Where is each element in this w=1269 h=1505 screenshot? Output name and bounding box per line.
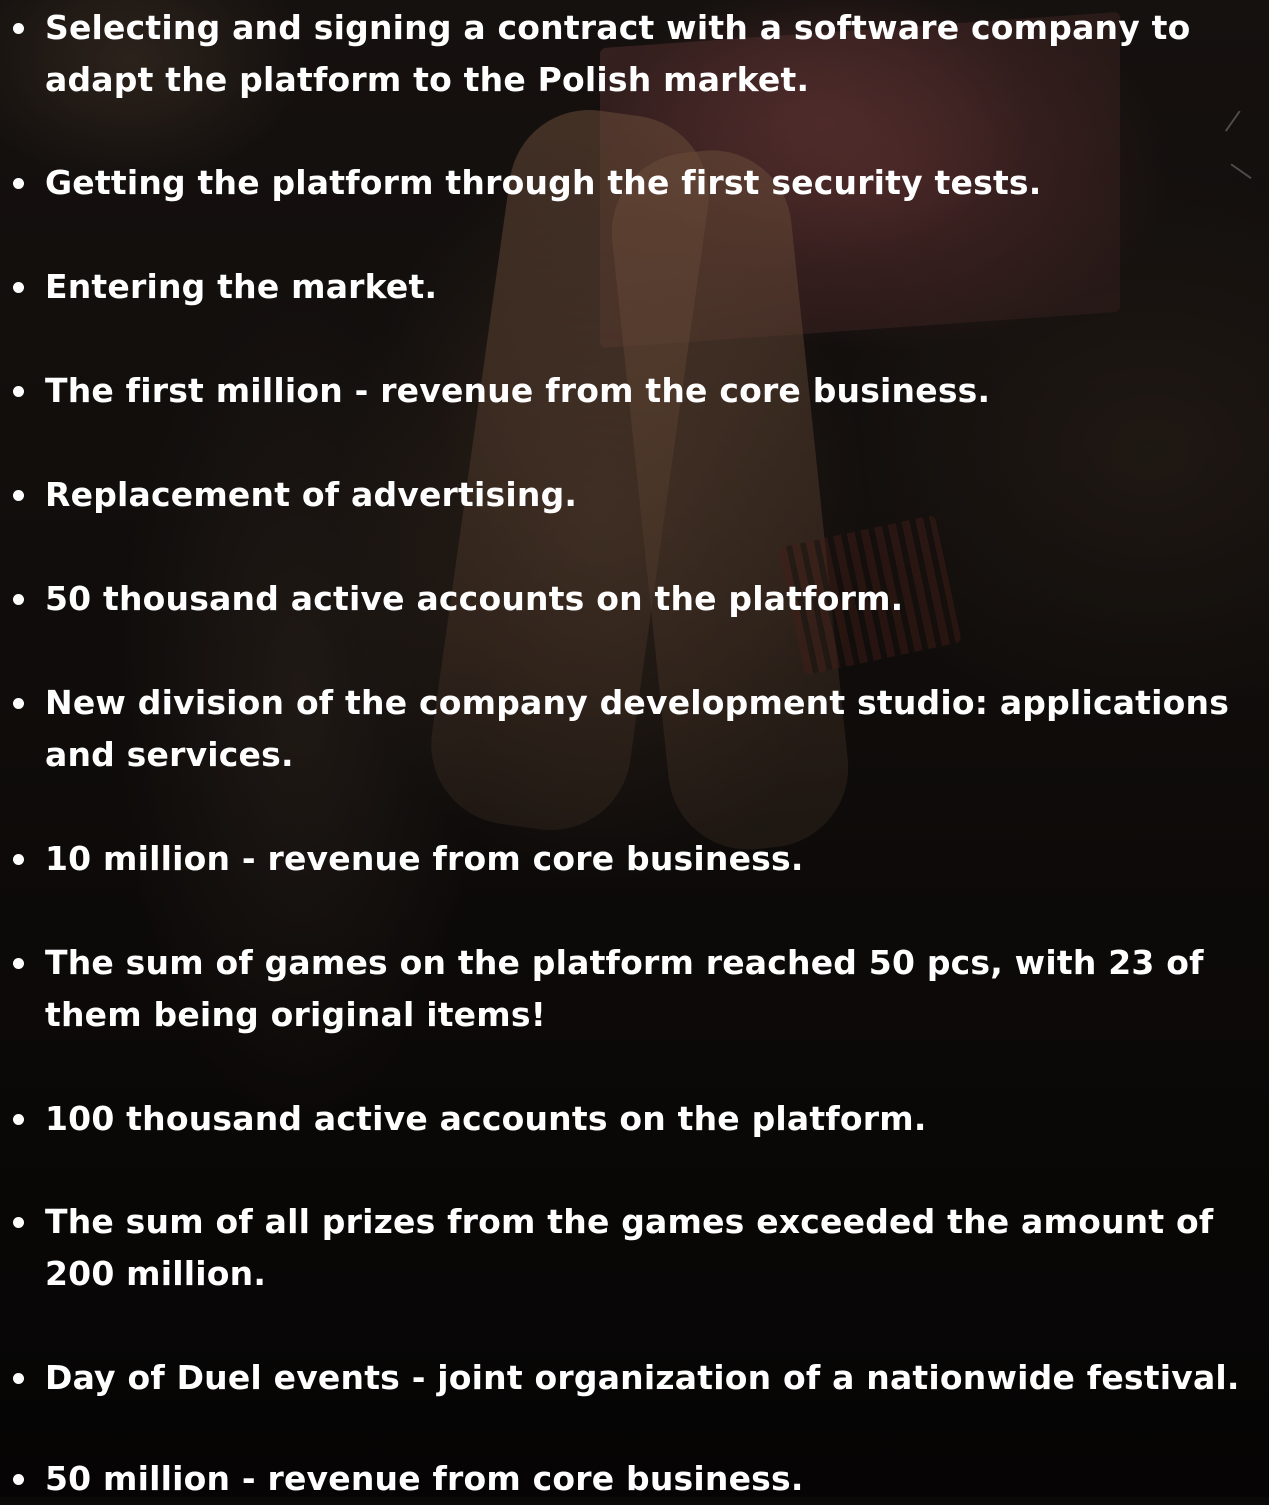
bullet-icon <box>13 386 24 397</box>
list-item: 10 million - revenue from core business. <box>13 833 1265 885</box>
milestone-text: Day of Duel events - joint organization … <box>45 1358 1240 1397</box>
milestone-text: them being original items! <box>45 995 546 1034</box>
list-item: The first million - revenue from the cor… <box>13 365 1265 417</box>
list-item: Replacement of advertising. <box>13 469 1265 521</box>
list-item: Entering the market. <box>13 261 1265 313</box>
bullet-icon <box>13 1373 24 1384</box>
bullet-icon <box>13 178 24 189</box>
milestone-text: 10 million - revenue from core business. <box>45 839 804 878</box>
milestone-text: 50 thousand active accounts on the platf… <box>45 579 904 618</box>
milestone-text: Replacement of advertising. <box>45 475 578 514</box>
list-item: Day of Duel events - joint organization … <box>13 1352 1265 1404</box>
milestone-text: Entering the market. <box>45 267 438 306</box>
list-item: 50 thousand active accounts on the platf… <box>13 573 1265 625</box>
bullet-icon <box>13 958 24 969</box>
bullet-icon <box>13 854 24 865</box>
milestone-text: The first million - revenue from the cor… <box>45 371 991 410</box>
bullet-icon <box>13 1217 24 1228</box>
milestone-text: 100 thousand active accounts on the plat… <box>45 1099 927 1138</box>
bullet-icon <box>13 698 24 709</box>
list-item: Getting the platform through the first s… <box>13 157 1265 209</box>
milestone-text: and services. <box>45 735 294 774</box>
milestone-text: The sum of all prizes from the games exc… <box>45 1202 1214 1241</box>
milestone-text: Getting the platform through the first s… <box>45 163 1042 202</box>
bullet-icon <box>13 23 24 34</box>
bullet-icon <box>13 594 24 605</box>
milestone-text: 200 million. <box>45 1254 267 1293</box>
milestone-text: Selecting and signing a contract with a … <box>45 8 1191 47</box>
list-item: 50 million - revenue from core business. <box>13 1453 1265 1505</box>
bullet-icon <box>13 1474 24 1485</box>
list-item: Selecting and signing a contract with a … <box>13 2 1265 106</box>
list-item: New division of the company development … <box>13 677 1265 781</box>
milestone-text: New division of the company development … <box>45 683 1230 722</box>
bullet-icon <box>13 1114 24 1125</box>
list-item: The sum of games on the platform reached… <box>13 937 1265 1041</box>
milestone-text: adapt the platform to the Polish market. <box>45 60 810 99</box>
milestone-text: 50 million - revenue from core business. <box>45 1459 804 1498</box>
bullet-icon <box>13 282 24 293</box>
milestone-text: The sum of games on the platform reached… <box>45 943 1204 982</box>
bullet-icon <box>13 490 24 501</box>
list-item: 100 thousand active accounts on the plat… <box>13 1093 1265 1145</box>
list-item: The sum of all prizes from the games exc… <box>13 1196 1265 1300</box>
